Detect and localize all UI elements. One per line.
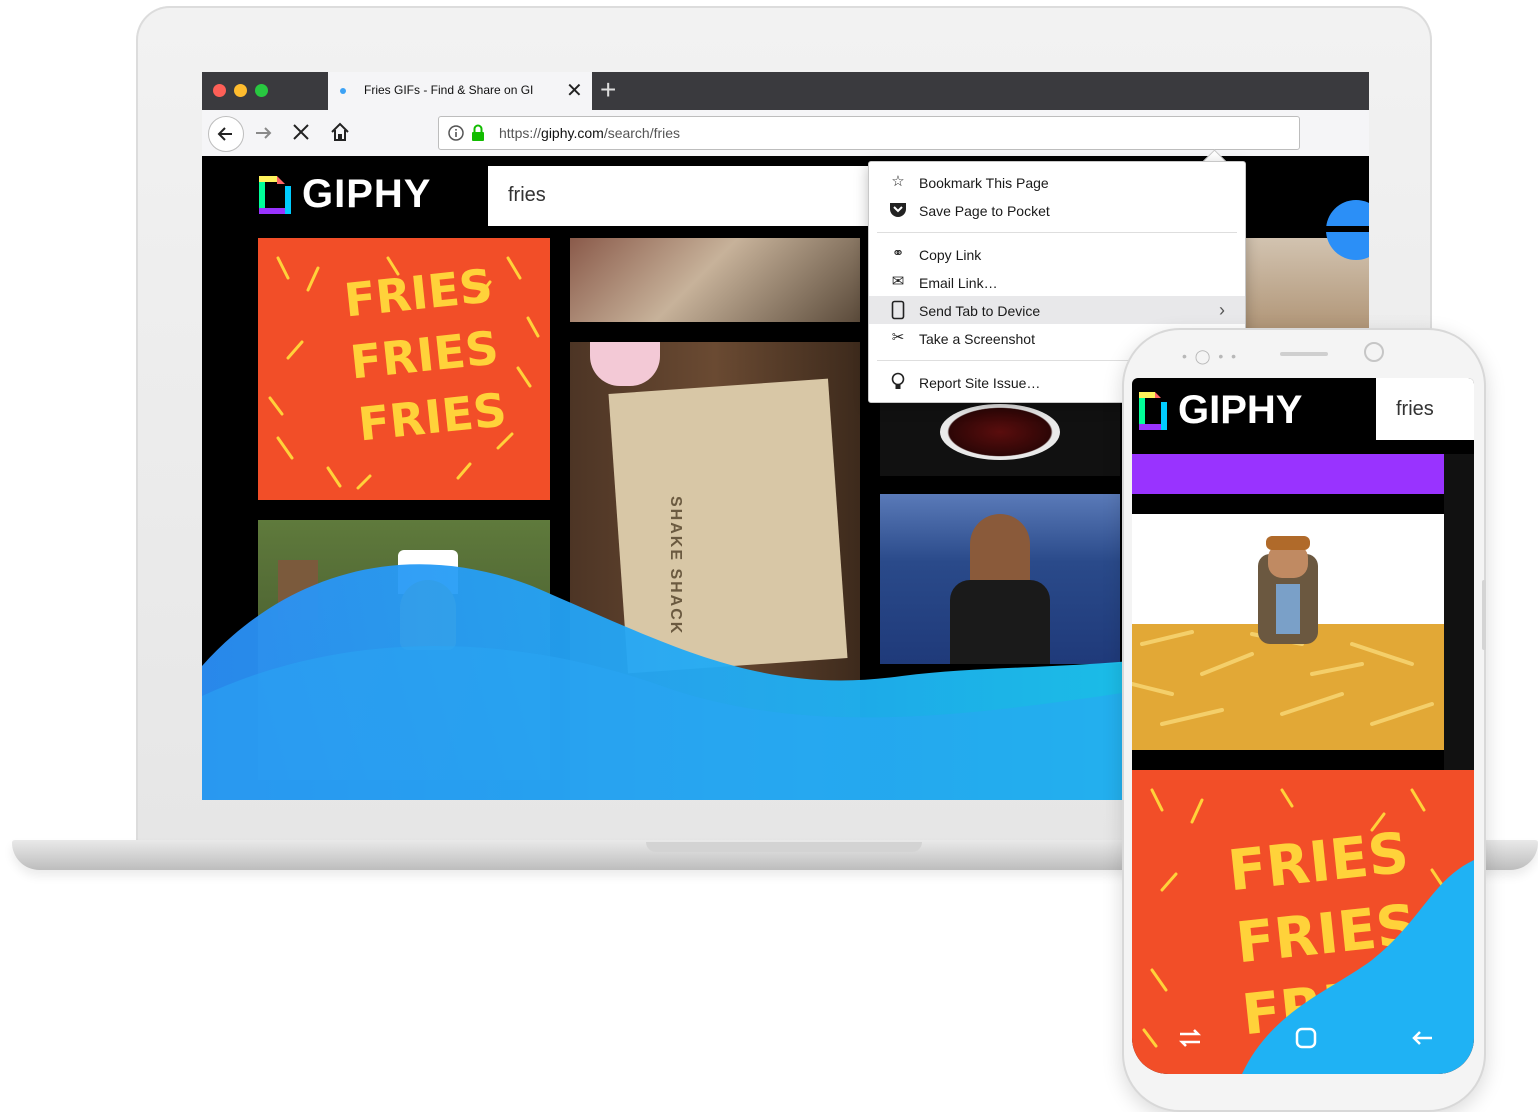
phone-speaker <box>1280 352 1328 356</box>
gif-tile[interactable] <box>1132 454 1444 494</box>
phone-camera <box>1364 342 1384 362</box>
menu-item-label: Report Site Issue… <box>919 375 1041 391</box>
menu-item-label: Copy Link <box>919 247 982 263</box>
minimize-window-button[interactable] <box>234 84 247 97</box>
navigation-toolbar: https://giphy.com/search/fries ··· <box>202 110 1369 157</box>
mail-icon: ✉ <box>891 273 905 290</box>
new-tab-button[interactable]: + <box>600 74 616 106</box>
giphy-wordmark: GIPHY <box>1178 388 1303 432</box>
home-button[interactable] <box>328 120 352 144</box>
home-nav-icon[interactable] <box>1292 1024 1320 1052</box>
menu-item-label: Save Page to Pocket <box>919 203 1050 219</box>
loading-indicator-icon <box>340 88 346 94</box>
phone-side-button <box>1482 580 1486 650</box>
gif-tile[interactable]: FRIES FRIES FRIES <box>1132 770 1474 1074</box>
fries-pile-scene <box>1132 536 1444 750</box>
secure-lock-icon <box>472 124 484 141</box>
menu-item-email-link[interactable]: ✉ Email Link… <box>869 268 1245 296</box>
back-arrow-icon <box>217 127 232 141</box>
tab-active[interactable]: Fries GIFs - Find & Share on GI ✕ <box>328 72 592 110</box>
back-nav-icon[interactable] <box>1408 1026 1436 1050</box>
close-window-button[interactable] <box>213 84 226 97</box>
tab-strip: Fries GIFs - Find & Share on GI ✕ + <box>202 72 1369 110</box>
menu-item-copy-link[interactable]: ⚭ Copy Link <box>869 240 1245 268</box>
stop-loading-button[interactable] <box>290 121 312 143</box>
star-icon: ☆ <box>891 173 905 190</box>
phone-search-input[interactable]: fries <box>1376 378 1474 440</box>
recent-apps-icon[interactable] <box>1176 1026 1204 1050</box>
scissors-icon: ✂ <box>891 329 905 346</box>
back-button[interactable] <box>208 116 244 152</box>
device-icon <box>891 300 905 320</box>
site-info-icon[interactable] <box>447 124 465 142</box>
menu-item-pocket[interactable]: Save Page to Pocket <box>869 196 1245 224</box>
phone-scroll-edge <box>1444 454 1474 770</box>
search-value: fries <box>1396 398 1434 420</box>
pocket-icon <box>890 203 906 217</box>
url-text: https://giphy.com/search/fries <box>499 125 680 141</box>
zoom-window-button[interactable] <box>255 84 268 97</box>
link-icon: ⚭ <box>891 245 905 262</box>
url-prefix: https:// <box>499 125 542 141</box>
lightbulb-icon <box>891 372 905 389</box>
url-domain: giphy.com <box>541 125 604 141</box>
address-bar[interactable]: https://giphy.com/search/fries ··· <box>438 116 1300 150</box>
url-path: /search/fries <box>603 125 681 141</box>
forward-button[interactable] <box>252 122 276 144</box>
submenu-arrow-icon: › <box>1219 300 1225 320</box>
menu-item-label: Bookmark This Page <box>919 175 1049 191</box>
tab-title: Fries GIFs - Find & Share on GI <box>364 83 534 97</box>
menu-item-bookmark[interactable]: ☆ Bookmark This Page <box>869 168 1245 196</box>
phone-sensors: • ◯ • • <box>1182 348 1239 364</box>
phone-screen: GIPHY fries FRIES FRIES F <box>1132 378 1474 1074</box>
giphy-logo-icon <box>1139 392 1167 430</box>
menu-separator <box>877 232 1237 233</box>
phone-giphy-logo[interactable]: GIPHY <box>1138 386 1358 436</box>
gif-tile[interactable] <box>1132 514 1444 750</box>
laptop-notch <box>646 842 922 852</box>
menu-item-send-tab[interactable]: Send Tab to Device › <box>869 296 1245 324</box>
close-tab-icon[interactable]: ✕ <box>566 78 583 103</box>
menu-item-label: Take a Screenshot <box>919 331 1035 347</box>
menu-item-label: Send Tab to Device <box>919 303 1041 319</box>
menu-item-label: Email Link… <box>919 275 998 291</box>
